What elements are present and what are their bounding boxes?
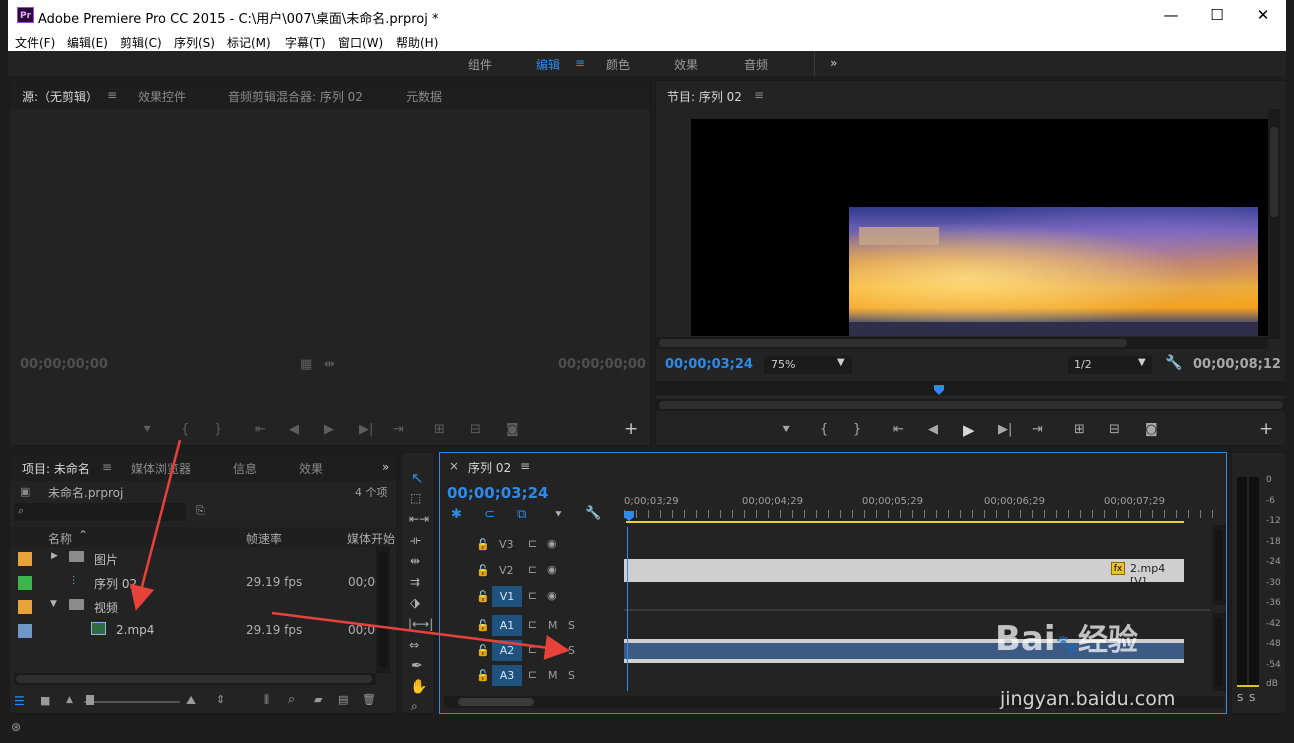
paw-icon: 🐾 [1055,634,1078,655]
annotation-arrow-to-audio [271,611,570,660]
watermark-url: jingyan.baidu.com [1000,688,1176,710]
premiere-window: Pr Adobe Premiere Pro CC 2015 - C:\用户\00… [0,0,1294,743]
watermark-brand-cn: 经验 [1077,623,1138,658]
annotation-arrow-to-folder [129,439,182,611]
watermark-brand: Bai [995,619,1056,659]
watermark-logo: Bai🐾经验 [995,615,1138,659]
